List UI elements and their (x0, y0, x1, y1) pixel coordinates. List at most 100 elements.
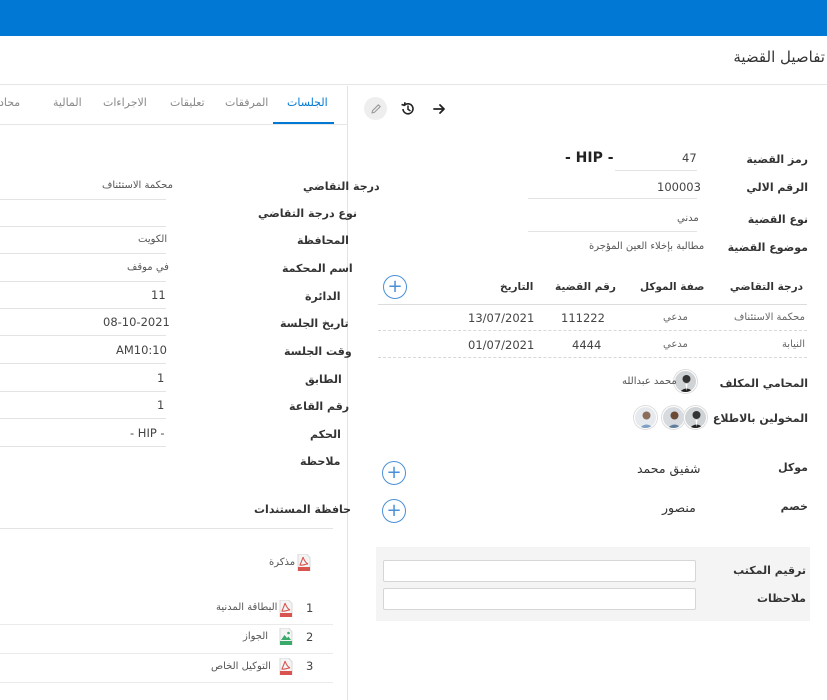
row-case-number: 111222 (561, 311, 605, 325)
row-capacity: مدعي (663, 312, 688, 323)
auto-number-label: الرقم الالي (746, 181, 808, 194)
authorized-label: المخولين بالاطلاع (712, 412, 808, 425)
floor-label: الطابق (305, 373, 342, 386)
case-number-underline (615, 170, 697, 171)
circuit-label: الدائرة (305, 290, 341, 303)
row-divider (378, 330, 807, 331)
table-header-date: التاريخ (500, 281, 534, 293)
document-name: التوكيل الخاص (211, 661, 271, 672)
governorate-label: المحافظة (297, 234, 349, 247)
room-number-value: 1 (157, 398, 165, 412)
field-underline (0, 391, 166, 392)
pdf-icon (297, 554, 311, 571)
auto-number-underline (528, 198, 697, 199)
history-icon (400, 101, 414, 115)
office-numbering-input[interactable] (383, 560, 696, 582)
court-name-label: اسم المحكمة (282, 262, 353, 275)
case-type-label: نوع القضية (747, 213, 808, 226)
tab-chat[interactable]: محادثة (0, 96, 20, 109)
row-date: 13/07/2021 (468, 311, 535, 325)
office-notes-label: ملاحظات (757, 592, 806, 605)
session-degree-value: محكمة الاستئناف (102, 180, 173, 191)
case-subject-value: مطالبة بإخلاء العين المؤجرة (589, 241, 705, 252)
document-number: 3 (306, 659, 314, 673)
field-underline (0, 363, 166, 364)
lawyer-name: محمد عبدالله (622, 376, 677, 387)
add-client-button[interactable]: + (382, 461, 406, 485)
degree-type-label: نوع درجة التقاضي (258, 207, 357, 220)
pdf-icon (279, 600, 293, 617)
case-type-value: مدني (677, 213, 699, 224)
plus-icon: + (387, 276, 403, 297)
authorized-avatar[interactable] (662, 406, 685, 429)
opponent-label: خصم (780, 500, 808, 513)
auto-number-value: 100003 (657, 180, 701, 194)
authorized-avatar[interactable] (634, 406, 657, 429)
table-header-case-number: رقم القضية (555, 281, 616, 293)
tab-attachments[interactable]: المرفقات (225, 96, 268, 109)
tab-finance[interactable]: المالية (53, 96, 82, 109)
case-number-label: رمز القضية (746, 153, 808, 166)
history-button[interactable] (396, 97, 419, 120)
lawyer-avatar[interactable] (674, 370, 697, 393)
memo-label: مذكرة (269, 557, 296, 568)
documents-title: حافظة المستندات (254, 503, 352, 516)
field-underline (0, 446, 166, 447)
session-date-label: تاريخ الجلسة (280, 317, 349, 330)
ruling-value: - HIP - (130, 426, 165, 440)
document-number: 2 (306, 630, 314, 644)
top-bar (0, 0, 827, 36)
room-number-label: رقم القاعة (289, 400, 350, 413)
circuit-value: 11 (151, 288, 166, 302)
field-underline (0, 308, 166, 309)
document-divider (0, 653, 333, 654)
office-numbering-label: ترقيم المكتب (733, 564, 806, 577)
title-divider (0, 84, 827, 85)
case-number-value: 47 (682, 151, 697, 165)
document-name: البطاقة المدنية (216, 602, 278, 613)
session-note-label: ملاحظة (300, 455, 341, 468)
client-name: شفيق محمد (637, 461, 701, 476)
field-underline (0, 418, 166, 419)
authorized-avatar[interactable] (684, 406, 707, 429)
document-divider (0, 624, 333, 625)
case-subject-label: موضوع القضية (727, 241, 808, 254)
case-type-underline (528, 231, 697, 232)
tabs-divider (0, 124, 347, 125)
add-degree-button[interactable]: + (383, 275, 407, 299)
forward-arrow-button[interactable] (427, 97, 450, 120)
document-divider (0, 682, 333, 683)
row-degree: النيابة (781, 339, 805, 350)
panel-divider (347, 86, 348, 700)
image-file-icon (279, 628, 293, 645)
tab-comments[interactable]: تعليقات (170, 96, 205, 109)
lawyer-label: المحامي المكلف (719, 377, 808, 390)
row-degree: محكمة الاستئناف (734, 312, 805, 323)
table-header-divider (378, 304, 807, 305)
session-date-value: 08-10-2021 (103, 315, 170, 329)
client-label: موكل (778, 461, 808, 474)
plus-icon: + (386, 462, 402, 483)
session-time-label: وقت الجلسة (284, 345, 352, 358)
field-underline (0, 226, 166, 227)
tab-sessions[interactable]: الجلسات (287, 96, 328, 109)
opponent-name: منصور (662, 500, 696, 515)
tab-procedures[interactable]: الاجراءات (103, 96, 147, 109)
table-header-degree: درجة التقاضي (729, 281, 803, 293)
documents-divider (0, 528, 333, 529)
row-date: 01/07/2021 (468, 338, 535, 352)
governorate-value: الكويت (138, 234, 168, 245)
document-number: 1 (306, 601, 314, 615)
floor-value: 1 (157, 371, 165, 385)
document-name: الجواز (243, 631, 269, 642)
table-header-client-capacity: صفة الموكل (640, 281, 705, 293)
case-number-code: - HIP - (565, 150, 614, 166)
edit-button[interactable] (364, 97, 387, 120)
field-underline (0, 199, 166, 200)
office-notes-input[interactable] (383, 588, 696, 610)
court-name-value: في موقف (127, 262, 169, 273)
add-opponent-button[interactable]: + (382, 499, 406, 523)
pencil-icon (370, 103, 381, 114)
arrow-right-icon (432, 103, 445, 114)
field-underline (0, 335, 166, 336)
